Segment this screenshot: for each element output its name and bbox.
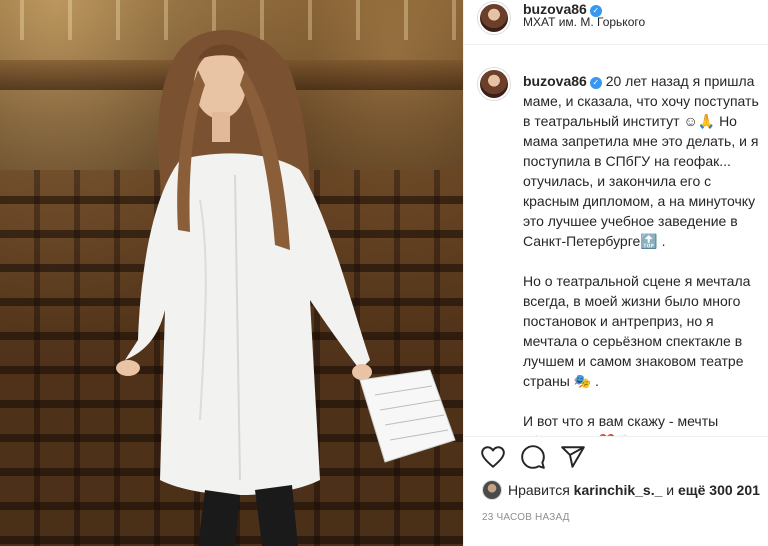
post-sidebar: buzova86 ✓ МХАТ им. М. Горького buzova86 ✓… xyxy=(463,0,768,546)
likes-count[interactable]: ещё 300 201 xyxy=(678,482,760,498)
heart-icon xyxy=(481,446,505,468)
woman-figure xyxy=(116,30,456,546)
likes-text: Нравится karinchik_s._ и ещё 300 201 xyxy=(508,482,760,498)
caption-section: buzova86 ✓ 20 лет назад я пришла маме, и … xyxy=(464,56,768,436)
post-header: buzova86 ✓ МХАТ им. М. Горького xyxy=(464,0,768,44)
caption-paragraph-3: И вот что я вам скажу - мечты сбываются … xyxy=(523,413,727,436)
likes-prefix: Нравится xyxy=(508,482,570,498)
like-button[interactable] xyxy=(480,444,506,470)
share-icon xyxy=(561,446,585,468)
post-timestamp[interactable]: 23 часов назад xyxy=(482,512,570,523)
caption-text: buzova86 ✓ 20 лет назад я пришла маме, и … xyxy=(523,71,767,436)
liker-avatar[interactable] xyxy=(482,480,502,500)
caption-verified-icon: ✓ xyxy=(589,77,602,89)
caption-paragraph-2: Но о театральной сцене я мечтала всегда,… xyxy=(523,273,751,389)
caption-username[interactable]: buzova86 xyxy=(523,73,587,89)
comment-button[interactable] xyxy=(520,444,546,470)
caption-paragraph-1-text: 20 лет назад я пришла маме, и сказала, ч… xyxy=(523,73,759,249)
liker-username[interactable]: karinchik_s._ xyxy=(574,482,663,498)
post-photo[interactable] xyxy=(0,0,463,546)
likes-row: Нравится karinchik_s._ и ещё 300 201 xyxy=(464,478,768,502)
header-divider xyxy=(464,44,768,45)
post-location[interactable]: МХАТ им. М. Горького xyxy=(523,15,645,29)
author-avatar[interactable] xyxy=(478,2,510,34)
caption-paragraph-1: buzova86 ✓ 20 лет назад я пришла маме, и … xyxy=(523,71,767,251)
likes-middle: и xyxy=(666,482,675,498)
comment-icon xyxy=(521,445,545,469)
actions-divider xyxy=(464,436,768,437)
action-bar xyxy=(464,440,768,476)
share-button[interactable] xyxy=(560,444,586,470)
caption-avatar[interactable] xyxy=(478,68,510,100)
